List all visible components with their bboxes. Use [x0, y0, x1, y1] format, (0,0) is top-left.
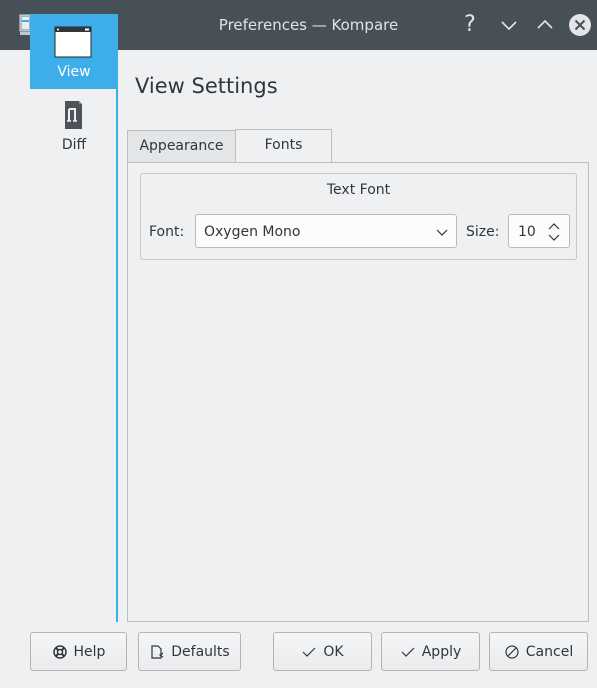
font-select-value: Oxygen Mono	[204, 224, 301, 240]
document-revert-icon	[151, 644, 164, 659]
cancel-button[interactable]: Cancel	[489, 632, 588, 671]
help-icon[interactable]: ?	[458, 13, 482, 37]
page-title: View Settings	[135, 74, 278, 98]
defaults-button-label: Defaults	[171, 643, 230, 660]
checkmark-icon	[401, 647, 415, 657]
sidebar-item-label: Diff	[61, 137, 87, 153]
ok-button-label: OK	[323, 643, 344, 660]
cancel-icon	[505, 644, 519, 659]
text-font-group: Text Font Font: Oxygen Mono Size: 10	[140, 173, 577, 260]
maximize-icon[interactable]	[533, 13, 557, 37]
ok-button[interactable]: OK	[273, 632, 372, 671]
fonts-tab-panel: Text Font Font: Oxygen Mono Size: 10	[127, 162, 589, 622]
chevron-down-icon	[436, 229, 448, 236]
view-icon	[54, 26, 92, 58]
help-button[interactable]: Help	[30, 632, 127, 671]
cancel-button-label: Cancel	[525, 643, 574, 660]
font-select[interactable]: Oxygen Mono	[195, 214, 457, 248]
group-title: Text Font	[326, 182, 391, 198]
defaults-button[interactable]: Defaults	[138, 632, 241, 671]
sidebar-item-label: View	[57, 64, 91, 80]
close-icon[interactable]	[568, 13, 592, 37]
size-spinbox[interactable]: 10	[508, 214, 570, 248]
help-button-label: Help	[73, 643, 106, 660]
size-spinbox-value: 10	[518, 224, 536, 240]
tab-fonts[interactable]: Fonts	[235, 129, 332, 162]
tab-appearance[interactable]: Appearance	[127, 130, 236, 162]
font-label: Font:	[149, 224, 185, 240]
spin-arrows-icon[interactable]	[547, 221, 561, 243]
apply-button-label: Apply	[421, 643, 462, 660]
sidebar-item-view[interactable]: View	[30, 14, 118, 89]
sidebar-item-diff[interactable]: Diff	[30, 89, 118, 159]
minimize-icon[interactable]	[497, 13, 521, 37]
apply-button[interactable]: Apply	[381, 632, 480, 671]
size-label: Size:	[466, 224, 500, 240]
lifebuoy-icon	[52, 644, 67, 659]
checkmark-icon	[302, 647, 316, 657]
diff-icon	[65, 101, 82, 129]
